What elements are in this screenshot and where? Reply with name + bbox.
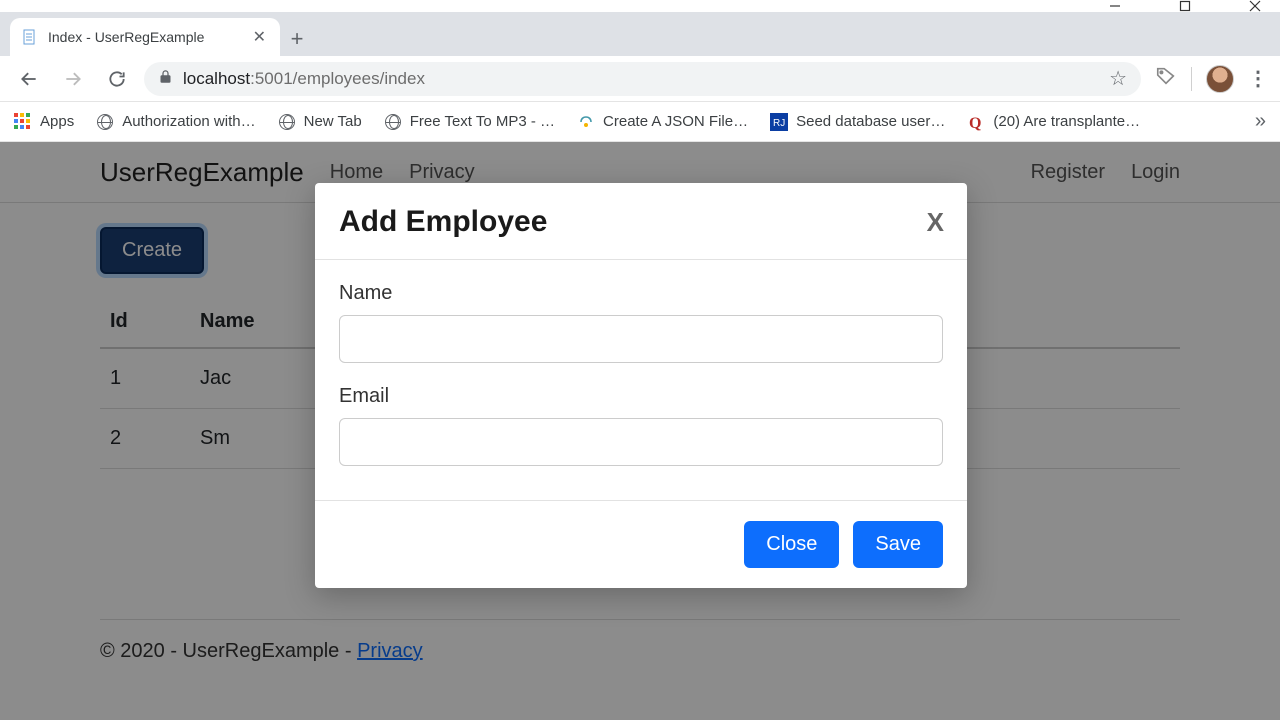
profile-avatar[interactable] [1206, 65, 1234, 93]
bookmark-label: Apps [40, 113, 74, 130]
price-tag-icon[interactable] [1155, 65, 1177, 92]
new-tab-button[interactable]: + [280, 22, 314, 56]
bookmark-item[interactable]: Free Text To MP3 - … [384, 113, 555, 131]
name-label: Name [339, 282, 943, 305]
back-button[interactable] [12, 62, 46, 96]
window-title-bar [0, 0, 1280, 12]
apps-grid-icon [14, 113, 32, 131]
bookmark-item[interactable]: RJ Seed database user… [770, 113, 945, 131]
modal-save-button[interactable]: Save [853, 521, 943, 568]
favicon-icon: RJ [770, 113, 788, 131]
globe-icon [96, 113, 114, 131]
window-close-button[interactable] [1232, 0, 1278, 12]
window-minimize-button[interactable] [1092, 0, 1138, 12]
email-input[interactable] [339, 418, 943, 466]
bookmark-label: Create A JSON File… [603, 113, 748, 130]
favicon-icon [577, 113, 595, 131]
tab-close-icon[interactable]: ✕ [253, 27, 266, 47]
browser-tab[interactable]: Index - UserRegExample ✕ [10, 18, 280, 56]
bookmarks-overflow-icon[interactable]: » [1255, 110, 1266, 133]
quora-icon: Q [967, 113, 985, 131]
email-label: Email [339, 385, 943, 408]
name-input[interactable] [339, 315, 943, 363]
bookmarks-bar: Apps Authorization with… New Tab Free Te… [0, 102, 1280, 142]
url-text: localhost:5001/employees/index [183, 69, 425, 89]
bookmark-label: Free Text To MP3 - … [410, 113, 555, 130]
bookmark-star-icon[interactable]: ☆ [1109, 66, 1127, 91]
forward-button[interactable] [56, 62, 90, 96]
lock-icon [158, 69, 173, 89]
bookmark-label: New Tab [304, 113, 362, 130]
bookmark-label: (20) Are transplante… [993, 113, 1140, 130]
svg-text:Q: Q [969, 115, 981, 131]
globe-icon [278, 113, 296, 131]
bookmark-label: Seed database user… [796, 113, 945, 130]
bookmark-label: Authorization with… [122, 113, 255, 130]
modal-close-button[interactable]: Close [744, 521, 839, 568]
bookmark-item[interactable]: New Tab [278, 113, 362, 131]
bookmark-item[interactable]: Authorization with… [96, 113, 255, 131]
bookmark-item[interactable]: Create A JSON File… [577, 113, 748, 131]
svg-text:RJ: RJ [773, 118, 785, 129]
browser-menu-icon[interactable]: ⋮ [1248, 66, 1268, 91]
browser-toolbar: localhost:5001/employees/index ☆ ⋮ [0, 56, 1280, 102]
tab-title: Index - UserRegExample [48, 29, 243, 45]
add-employee-modal: Add Employee X Name Email Close Save [315, 183, 967, 588]
browser-tab-strip: Index - UserRegExample ✕ + [0, 12, 1280, 56]
bookmark-item[interactable]: Q (20) Are transplante… [967, 113, 1140, 131]
address-bar[interactable]: localhost:5001/employees/index ☆ [144, 62, 1141, 96]
tab-favicon-icon [22, 29, 38, 45]
globe-icon [384, 113, 402, 131]
window-maximize-button[interactable] [1162, 0, 1208, 12]
apps-shortcut[interactable]: Apps [14, 113, 74, 131]
reload-button[interactable] [100, 62, 134, 96]
modal-title: Add Employee [339, 205, 547, 239]
toolbar-separator [1191, 67, 1192, 91]
modal-close-icon[interactable]: X [927, 207, 943, 238]
